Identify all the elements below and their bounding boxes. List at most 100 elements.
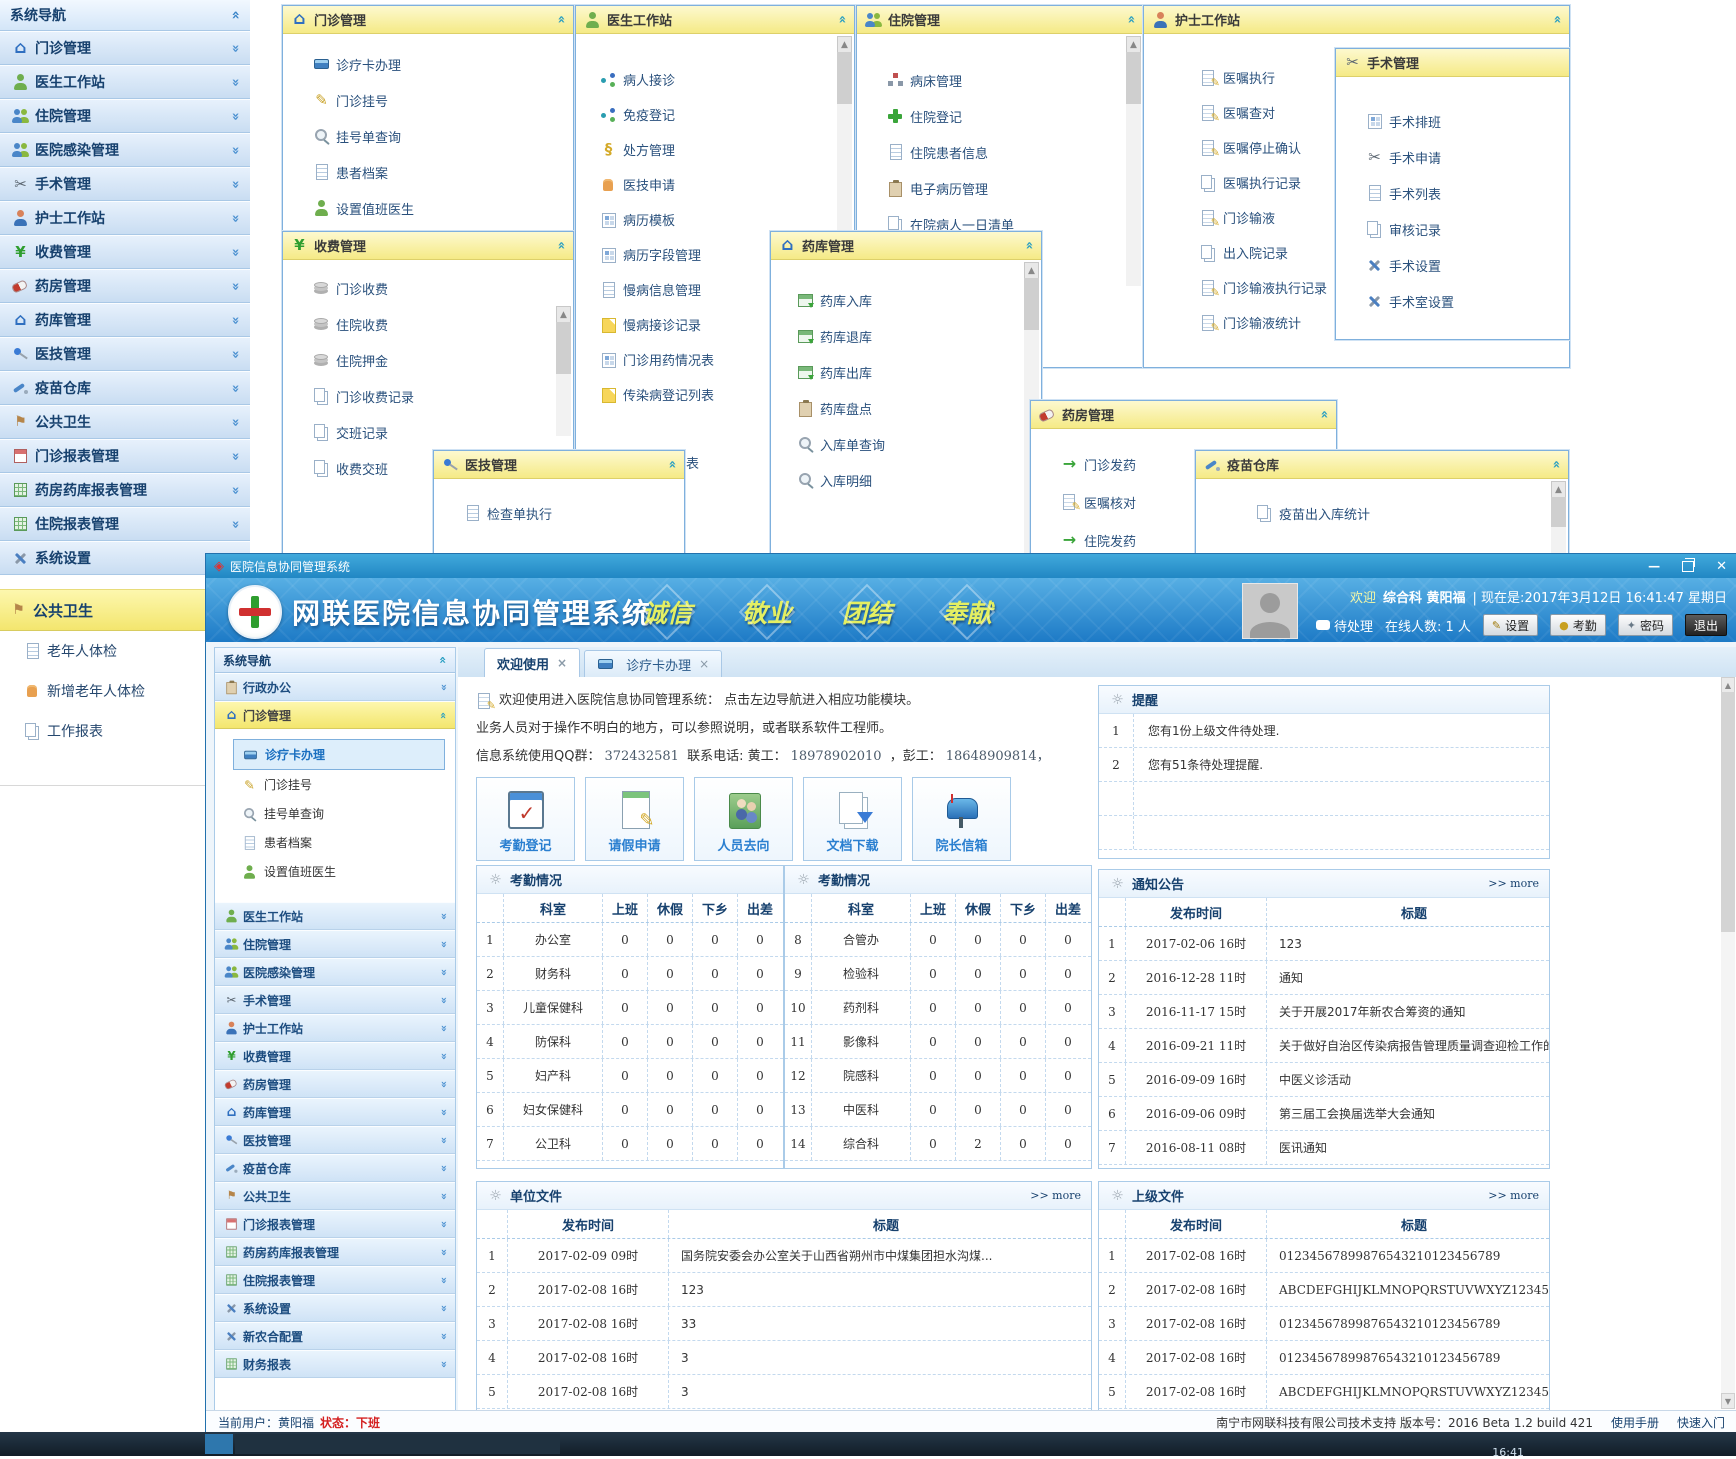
menu-item[interactable]: 病床管理 bbox=[857, 62, 1143, 98]
more-link[interactable]: >> more bbox=[1488, 877, 1539, 890]
chevron-down-icon[interactable]: « bbox=[438, 1304, 449, 1311]
nav-item[interactable]: 住院报表管理 « bbox=[215, 1266, 455, 1294]
chevron-down-icon[interactable]: « bbox=[438, 1164, 449, 1171]
nav-item[interactable]: 药房管理 « bbox=[215, 1070, 455, 1098]
chevron-down-icon[interactable]: « bbox=[438, 1192, 449, 1199]
nav-item[interactable]: 护士工作站 « bbox=[0, 201, 250, 235]
scrollbar[interactable]: ▲ bbox=[556, 306, 571, 436]
menu-item[interactable]: 医技申请 bbox=[576, 167, 854, 202]
menu-item[interactable]: 门诊挂号 bbox=[283, 82, 573, 118]
chevron-down-icon[interactable]: « bbox=[438, 1136, 449, 1143]
menu-item[interactable]: 手术排班 bbox=[1336, 103, 1569, 139]
collapse-icon[interactable]: « bbox=[1549, 460, 1562, 468]
panel-charge-header[interactable]: 收费管理 « bbox=[283, 232, 573, 260]
notice-row[interactable]: 4 2016-09-21 11时 关于做好自治区传染病报告管理质量调查迎检工作的… bbox=[1099, 1029, 1549, 1063]
chevron-down-icon[interactable]: « bbox=[229, 44, 242, 52]
chevron-down-icon[interactable]: « bbox=[229, 146, 242, 154]
file-row[interactable]: 5 2017-02-08 16时 3 bbox=[477, 1375, 1091, 1409]
menu-item[interactable]: 手术设置 bbox=[1336, 247, 1569, 283]
chevron-down-icon[interactable]: « bbox=[438, 1080, 449, 1087]
file-row[interactable]: 4 2017-02-08 16时 3 bbox=[477, 1341, 1091, 1375]
chevron-down-icon[interactable]: « bbox=[229, 214, 242, 222]
submenu-item[interactable]: 诊疗卡办理 bbox=[233, 739, 445, 770]
scroll-up-icon[interactable]: ▲ bbox=[1024, 262, 1039, 279]
nav-item[interactable]: 新农合配置 « bbox=[215, 1322, 455, 1350]
panel-drug-store-header[interactable]: 药库管理 « bbox=[771, 232, 1041, 260]
collapse-icon[interactable]: « bbox=[437, 656, 449, 664]
file-row[interactable]: 4 2017-02-08 16时 01234567899876543210123… bbox=[1099, 1341, 1549, 1375]
file-row[interactable]: 3 2017-02-08 16时 01234567899876543210123… bbox=[1099, 1307, 1549, 1341]
attendance-button[interactable]: ● 考勤 bbox=[1550, 614, 1606, 636]
scrollbar[interactable]: ▲ bbox=[837, 36, 852, 236]
menu-item[interactable]: 设置值班医生 bbox=[283, 190, 573, 226]
scrollbar[interactable]: ▲ bbox=[1126, 36, 1141, 286]
scroll-thumb[interactable] bbox=[1721, 692, 1735, 932]
scroll-thumb[interactable] bbox=[1024, 278, 1039, 330]
table-row[interactable]: 5 妇产科 0 0 0 0 bbox=[477, 1059, 783, 1093]
chevron-down-icon[interactable]: « bbox=[438, 683, 449, 690]
chevron-down-icon[interactable]: « bbox=[229, 112, 242, 120]
window-titlebar[interactable]: ◈ 医院信息协同管理系统 — ✕ bbox=[206, 554, 1736, 578]
nav-item[interactable]: 疫苗仓库 « bbox=[0, 371, 250, 405]
collapse-icon[interactable]: « bbox=[1022, 241, 1035, 249]
menu-item[interactable]: 住院押金 bbox=[283, 342, 573, 378]
panel-inpatient-header[interactable]: 住院管理 « bbox=[857, 6, 1143, 34]
quick-button[interactable]: 文档下载 bbox=[803, 777, 902, 861]
chevron-down-icon[interactable]: « bbox=[438, 1248, 449, 1255]
more-link[interactable]: >> more bbox=[1488, 1189, 1539, 1202]
notice-row[interactable]: 2 2016-12-28 11时 通知 bbox=[1099, 961, 1549, 995]
file-row[interactable]: 3 2017-02-08 16时 33 bbox=[477, 1307, 1091, 1341]
chevron-down-icon[interactable]: « bbox=[438, 968, 449, 975]
nav-item[interactable]: 住院报表管理 « bbox=[0, 507, 250, 541]
file-row[interactable]: 5 2017-02-08 16时 ABCDEFGHIJKLMNOPQRSTUVW… bbox=[1099, 1375, 1549, 1409]
scroll-up-icon[interactable]: ▲ bbox=[556, 306, 571, 323]
chevron-down-icon[interactable]: « bbox=[229, 452, 242, 460]
menu-item[interactable]: 门诊收费记录 bbox=[283, 378, 573, 414]
chevron-down-icon[interactable]: « bbox=[438, 1108, 449, 1115]
scroll-up-icon[interactable]: ▲ bbox=[1551, 481, 1566, 498]
menu-item[interactable]: 患者档案 bbox=[283, 154, 573, 190]
table-row[interactable]: 1 办公室 0 0 0 0 bbox=[477, 923, 783, 957]
collapse-icon[interactable]: « bbox=[1124, 15, 1137, 23]
taskbar-app-button[interactable] bbox=[205, 1434, 233, 1454]
nav-item[interactable]: 疫苗仓库 « bbox=[215, 1154, 455, 1182]
nav-item[interactable]: 医技管理 « bbox=[0, 337, 250, 371]
table-row[interactable]: 10 药剂科 0 0 0 0 bbox=[785, 991, 1091, 1025]
menu-item[interactable]: 检查单执行 bbox=[434, 495, 684, 531]
scroll-thumb[interactable] bbox=[1126, 52, 1141, 104]
panel-vaccine-header[interactable]: 疫苗仓库 « bbox=[1196, 451, 1568, 479]
chevron-down-icon[interactable]: « bbox=[438, 1332, 449, 1339]
menu-item[interactable]: 入库明细 bbox=[771, 462, 1041, 498]
nav-item[interactable]: 医技管理 « bbox=[215, 1126, 455, 1154]
nav-item[interactable]: 手术管理 « bbox=[0, 167, 250, 201]
avatar[interactable] bbox=[1242, 583, 1298, 639]
menu-item[interactable]: 审核记录 bbox=[1336, 211, 1569, 247]
manual-link[interactable]: 使用手册 bbox=[1611, 1414, 1659, 1431]
chevron-down-icon[interactable]: « bbox=[229, 520, 242, 528]
nav-item[interactable]: 门诊报表管理 « bbox=[215, 1210, 455, 1238]
menu-item[interactable]: 入库单查询 bbox=[771, 426, 1041, 462]
table-row[interactable]: 13 中医科 0 0 0 0 bbox=[785, 1093, 1091, 1127]
table-row[interactable]: 8 合管办 0 0 0 0 bbox=[785, 923, 1091, 957]
nav-item-outpatient-active[interactable]: 门诊管理 « bbox=[215, 701, 455, 729]
nav-item[interactable]: 公共卫生 « bbox=[0, 405, 250, 439]
more-link[interactable]: >> more bbox=[1030, 1189, 1081, 1202]
table-row[interactable]: 9 检验科 0 0 0 0 bbox=[785, 957, 1091, 991]
nav-item[interactable]: 医生工作站 « bbox=[0, 65, 250, 99]
collapse-icon[interactable]: « bbox=[554, 241, 567, 249]
nav-item[interactable]: 财务报表 « bbox=[215, 1350, 455, 1378]
submenu-item[interactable]: 设置值班医生 bbox=[233, 857, 445, 886]
submenu-item[interactable]: 门诊挂号 bbox=[233, 770, 445, 799]
nav-item[interactable]: 医院感染管理 « bbox=[0, 133, 250, 167]
menu-item[interactable]: 药库出库 bbox=[771, 354, 1041, 390]
menu-item[interactable]: 住院收费 bbox=[283, 306, 573, 342]
quick-button[interactable]: 考勤登记 bbox=[476, 777, 575, 861]
chevron-down-icon[interactable]: « bbox=[229, 78, 242, 86]
taskbar[interactable]: 16:41 bbox=[0, 1432, 1736, 1456]
collapse-icon[interactable]: « bbox=[228, 10, 242, 19]
scroll-thumb[interactable] bbox=[1551, 497, 1566, 527]
tab-welcome[interactable]: 欢迎使用 × bbox=[484, 648, 580, 677]
chevron-down-icon[interactable]: « bbox=[229, 384, 242, 392]
menu-item[interactable]: 交班记录 bbox=[283, 414, 573, 450]
table-row[interactable]: 11 影像科 0 0 0 0 bbox=[785, 1025, 1091, 1059]
